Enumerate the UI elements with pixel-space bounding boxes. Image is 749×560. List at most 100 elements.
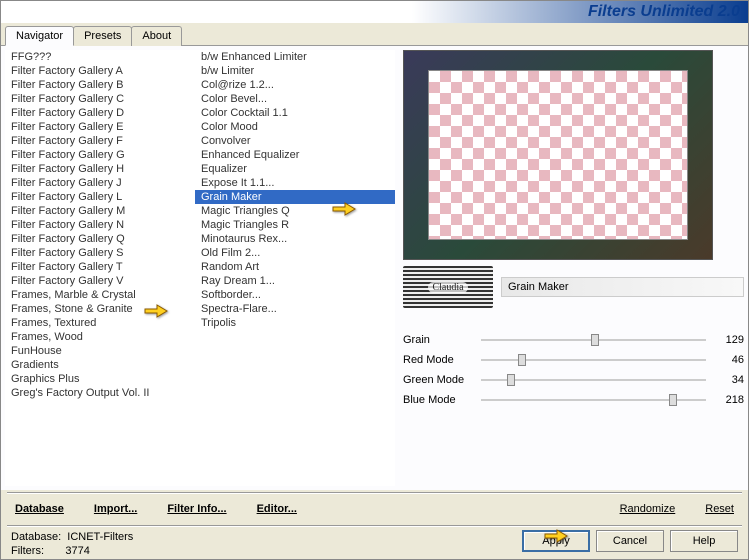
filter-listbox[interactable]: b/w Enhanced Limiterb/w LimiterCol@rize … — [195, 50, 395, 486]
tab-strip: Navigator Presets About — [1, 25, 748, 46]
list-item[interactable]: FunHouse — [5, 344, 195, 358]
slider-thumb[interactable] — [591, 334, 599, 346]
category-listbox[interactable]: FFG???Filter Factory Gallery AFilter Fac… — [5, 50, 195, 486]
slider-value: 129 — [714, 334, 744, 346]
list-item[interactable]: Filter Factory Gallery M — [5, 204, 195, 218]
filters-value: 3774 — [65, 545, 89, 557]
list-item[interactable]: Filter Factory Gallery A — [5, 64, 195, 78]
cancel-button[interactable]: Cancel — [596, 530, 664, 552]
help-button[interactable]: Help — [670, 530, 738, 552]
list-item[interactable]: Frames, Marble & Crystal — [5, 288, 195, 302]
status-row: Database: ICNET-Filters Filters: 3774 Ap… — [1, 528, 748, 560]
slider-track[interactable] — [481, 379, 706, 381]
tab-about[interactable]: About — [131, 26, 182, 46]
tab-presets[interactable]: Presets — [73, 26, 132, 46]
list-item[interactable]: Color Cocktail 1.1 — [195, 106, 395, 120]
button-group: Apply Cancel Help — [522, 530, 738, 552]
list-item[interactable]: Greg's Factory Output Vol. II — [5, 386, 195, 400]
slider-label: Grain — [403, 334, 473, 346]
list-item[interactable]: Filter Factory Gallery E — [5, 120, 195, 134]
slider-thumb[interactable] — [507, 374, 515, 386]
app-title: Filters Unlimited 2.0 — [588, 3, 740, 21]
db-label: Database: — [11, 531, 61, 543]
slider-row: Blue Mode218 — [403, 390, 744, 410]
divider-2 — [7, 525, 742, 526]
apply-button[interactable]: Apply — [522, 530, 590, 552]
list-item[interactable]: Frames, Stone & Granite — [5, 302, 195, 316]
filter-info-link[interactable]: Filter Info... — [163, 501, 230, 517]
import-link[interactable]: Import... — [90, 501, 141, 517]
slider-value: 46 — [714, 354, 744, 366]
list-item[interactable]: Filter Factory Gallery J — [5, 176, 195, 190]
slider-label: Red Mode — [403, 354, 473, 366]
list-item[interactable]: b/w Limiter — [195, 64, 395, 78]
list-item[interactable]: Magic Triangles Q — [195, 204, 395, 218]
list-item[interactable]: Old Film 2... — [195, 246, 395, 260]
list-item[interactable]: Minotaurus Rex... — [195, 232, 395, 246]
link-row: Database Import... Filter Info... Editor… — [1, 495, 748, 523]
list-item[interactable]: Tripolis — [195, 316, 395, 330]
list-item[interactable]: Softborder... — [195, 288, 395, 302]
effect-header: Claudia Grain Maker — [403, 266, 744, 308]
list-item[interactable]: Filter Factory Gallery T — [5, 260, 195, 274]
list-item[interactable]: Equalizer — [195, 162, 395, 176]
list-item[interactable]: Frames, Textured — [5, 316, 195, 330]
preview-image — [428, 70, 688, 240]
slider-thumb[interactable] — [669, 394, 677, 406]
list-item[interactable]: Filter Factory Gallery N — [5, 218, 195, 232]
content-area: FFG???Filter Factory Gallery AFilter Fac… — [1, 46, 748, 490]
editor-link[interactable]: Editor... — [253, 501, 301, 517]
badge-text: Claudia — [428, 282, 467, 293]
list-item[interactable]: Grain Maker — [195, 190, 395, 204]
slider-value: 34 — [714, 374, 744, 386]
slider-track[interactable] — [481, 359, 706, 361]
list-item[interactable]: Filter Factory Gallery C — [5, 92, 195, 106]
list-item[interactable]: Color Bevel... — [195, 92, 395, 106]
randomize-link[interactable]: Randomize — [616, 501, 680, 517]
list-item[interactable]: Expose It 1.1... — [195, 176, 395, 190]
list-item[interactable]: Filter Factory Gallery S — [5, 246, 195, 260]
list-item[interactable]: Graphics Plus — [5, 372, 195, 386]
list-item[interactable]: Filter Factory Gallery Q — [5, 232, 195, 246]
slider-panel: Grain 129 Red Mode 46 Green Mode34Blue Mode2… — [403, 330, 744, 410]
slider-track[interactable] — [481, 339, 706, 341]
filter-column: b/w Enhanced Limiterb/w LimiterCol@rize … — [195, 50, 395, 486]
title-bar: Filters Unlimited 2.0 — [1, 1, 748, 23]
divider — [7, 492, 742, 493]
list-item[interactable]: Filter Factory Gallery D — [5, 106, 195, 120]
list-item[interactable]: Gradients — [5, 358, 195, 372]
list-item[interactable]: Frames, Wood — [5, 330, 195, 344]
list-item[interactable]: Enhanced Equalizer — [195, 148, 395, 162]
list-item[interactable]: Filter Factory Gallery H — [5, 162, 195, 176]
list-item[interactable]: Convolver — [195, 134, 395, 148]
slider-thumb[interactable] — [518, 354, 526, 366]
author-badge: Claudia — [403, 266, 493, 308]
list-item[interactable]: Filter Factory Gallery G — [5, 148, 195, 162]
list-item[interactable]: b/w Enhanced Limiter — [195, 50, 395, 64]
list-item[interactable]: Col@rize 1.2... — [195, 78, 395, 92]
list-item[interactable]: Magic Triangles R — [195, 218, 395, 232]
reset-link[interactable]: Reset — [701, 501, 738, 517]
slider-row: Green Mode34 — [403, 370, 744, 390]
status-block: Database: ICNET-Filters Filters: 3774 — [11, 530, 133, 558]
slider-row: Red Mode 46 — [403, 350, 744, 370]
effect-name: Grain Maker — [501, 277, 744, 297]
list-item[interactable]: Ray Dream 1... — [195, 274, 395, 288]
list-item[interactable]: Color Mood — [195, 120, 395, 134]
slider-value: 218 — [714, 394, 744, 406]
list-item[interactable]: Spectra-Flare... — [195, 302, 395, 316]
tab-navigator[interactable]: Navigator — [5, 26, 74, 46]
filters-label: Filters: — [11, 545, 44, 557]
list-item[interactable]: FFG??? — [5, 50, 195, 64]
slider-track[interactable] — [481, 399, 706, 401]
db-value: ICNET-Filters — [67, 531, 133, 543]
list-item[interactable]: Filter Factory Gallery F — [5, 134, 195, 148]
list-item[interactable]: Filter Factory Gallery B — [5, 78, 195, 92]
preview-frame — [403, 50, 713, 260]
list-item[interactable]: Random Art — [195, 260, 395, 274]
database-link[interactable]: Database — [11, 501, 68, 517]
list-item[interactable]: Filter Factory Gallery V — [5, 274, 195, 288]
preview-column: Claudia Grain Maker Grain129Red Mode46Gr… — [395, 50, 744, 486]
category-column: FFG???Filter Factory Gallery AFilter Fac… — [5, 50, 195, 486]
list-item[interactable]: Filter Factory Gallery L — [5, 190, 195, 204]
